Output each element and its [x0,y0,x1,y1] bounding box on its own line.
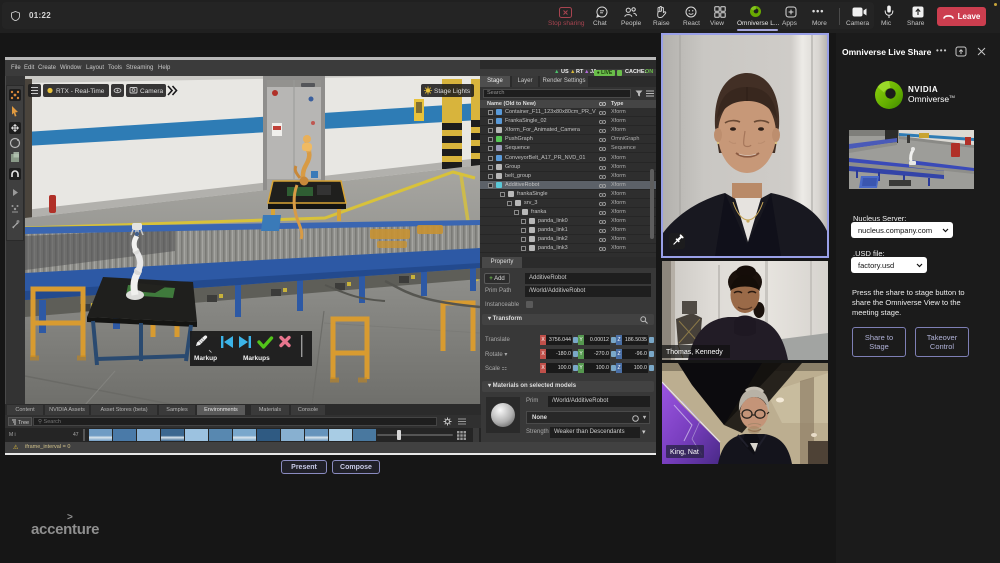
svg-text:RTX - Real-Time: RTX - Real-Time [56,88,105,95]
svg-text:Camera: Camera [140,88,164,95]
svg-text:Thomas, Kennedy: Thomas, Kennedy [666,349,723,356]
svg-text:Stage Lights: Stage Lights [434,88,471,95]
svg-text:Markups: Markups [243,355,270,362]
svg-text:King, Nat: King, Nat [670,449,699,456]
svg-text:Markup: Markup [194,355,217,362]
